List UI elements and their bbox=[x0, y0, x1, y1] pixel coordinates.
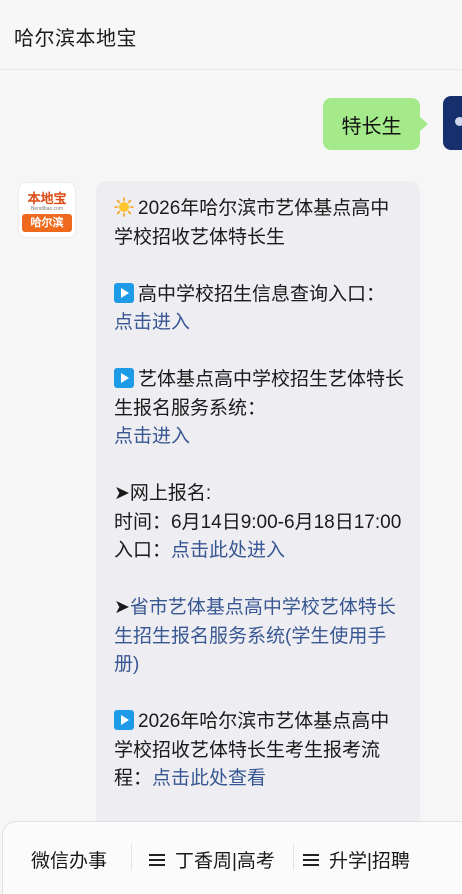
logo-wordmark: 本地宝 bbox=[27, 191, 67, 206]
manual-paragraph: ➤省市艺体基点高中学校艺体特长生招生报名服务系统(学生使用手册) bbox=[114, 594, 404, 680]
query-entry-text: 高中学校招生信息查询入口： bbox=[138, 283, 386, 305]
registration-system-link[interactable]: 点击进入 bbox=[114, 426, 190, 447]
online-entry-link[interactable]: 点击此处进入 bbox=[171, 540, 285, 561]
top-bar: 哈尔滨本地宝 bbox=[0, 0, 462, 70]
process-paragraph: 2026年哈尔滨市艺体基点高中学校招收艺体特长生考生报考流程：点击此处查看 bbox=[114, 708, 404, 794]
logo-city-band: 哈尔滨 bbox=[22, 214, 72, 232]
play-icon bbox=[114, 710, 134, 730]
menu-icon bbox=[149, 853, 165, 867]
outgoing-message-bubble[interactable]: 特长生 bbox=[323, 98, 428, 150]
bottom-menu-bar: 微信办事 丁香周|高考 升学|招聘 bbox=[2, 821, 462, 894]
online-registration-title: ➤网上报名: bbox=[114, 483, 212, 504]
menu-divider bbox=[293, 844, 294, 870]
avatar-dot-icon bbox=[455, 117, 462, 126]
user-avatar[interactable] bbox=[443, 96, 462, 150]
play-icon bbox=[114, 368, 134, 388]
official-account-avatar[interactable]: 本地宝 Bendibao.com 哈尔滨 bbox=[18, 182, 76, 238]
menu-icon bbox=[303, 853, 319, 867]
menu-label: 微信办事 bbox=[31, 851, 108, 872]
incoming-message-bubble: 2026年哈尔滨市艺体基点高中学校招收艺体特长生 高中学校招生信息查询入口： 点击… bbox=[96, 181, 420, 841]
query-entry-link[interactable]: 点击进入 bbox=[114, 312, 190, 333]
play-icon bbox=[114, 282, 134, 303]
menu-label: 丁香周|高考 bbox=[175, 851, 275, 872]
query-entry-paragraph: 高中学校招生信息查询入口： 点击进入 bbox=[114, 281, 404, 338]
menu-divider bbox=[131, 844, 132, 870]
manual-link[interactable]: 省市艺体基点高中学校艺体特长生招生报名服务系统(学生使用手册) bbox=[114, 597, 396, 675]
arrow-icon: ➤ bbox=[114, 597, 130, 618]
message-intro: 2026年哈尔滨市艺体基点高中学校招收艺体特长生 bbox=[114, 195, 404, 252]
chat-title: 哈尔滨本地宝 bbox=[14, 28, 137, 50]
chat-screen: 哈尔滨本地宝 特长生 本地宝 Bendibao.com 哈尔滨 2026年哈尔滨… bbox=[0, 0, 462, 894]
online-registration-paragraph: ➤网上报名: 时间：6月14日9:00-6月18日17:00 入口：点击此处进入 bbox=[114, 480, 404, 566]
menu-dingxiang-gaokao[interactable]: 丁香周|高考 bbox=[149, 846, 275, 873]
online-entry-label: 入口： bbox=[114, 540, 172, 561]
menu-education-jobs[interactable]: 升学|招聘 bbox=[303, 846, 410, 873]
online-registration-time: 时间：6月14日9:00-6月18日17:00 bbox=[114, 511, 402, 533]
registration-system-text: 艺体基点高中学校招生艺体特长生报名服务系统： bbox=[114, 369, 405, 419]
process-link[interactable]: 点击此处查看 bbox=[152, 768, 266, 789]
menu-wechat-services[interactable]: 微信办事 bbox=[31, 846, 107, 873]
registration-system-paragraph: 艺体基点高中学校招生艺体特长生报名服务系统： 点击进入 bbox=[114, 366, 404, 452]
intro-text: 2026年哈尔滨市艺体基点高中学校招收艺体特长生 bbox=[114, 198, 390, 248]
logo-domain: Bendibao.com bbox=[31, 206, 63, 212]
sun-icon bbox=[114, 197, 134, 217]
menu-label: 升学|招聘 bbox=[329, 851, 410, 872]
